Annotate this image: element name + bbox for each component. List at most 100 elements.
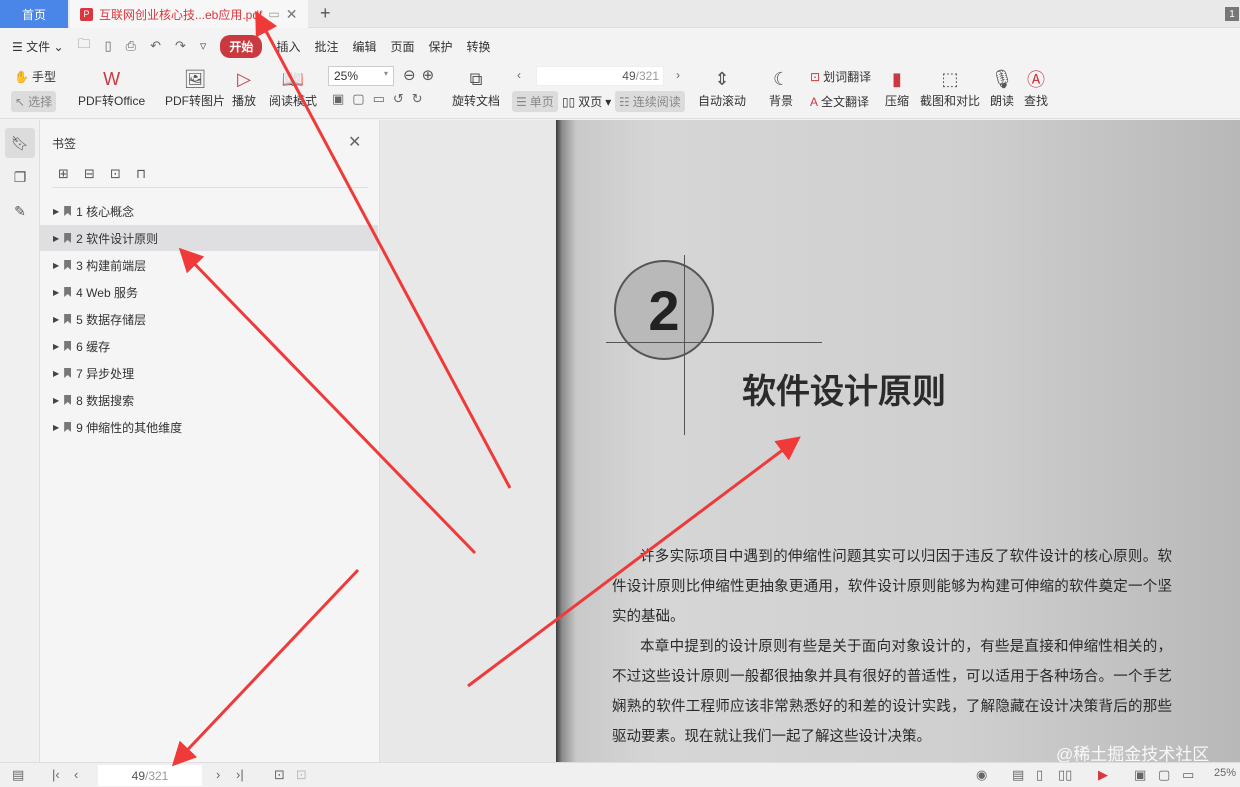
menu-convert[interactable]: 转换 — [467, 38, 491, 55]
menu-start[interactable]: 开始 — [220, 34, 263, 58]
save-icon[interactable]: ▯ — [105, 38, 112, 54]
expand-icon[interactable]: ▶ — [53, 261, 59, 270]
forward-icon[interactable]: ⊡ — [296, 767, 307, 783]
screenshot-icon: ⬚ — [941, 68, 959, 89]
page-number-input[interactable]: 49/321 — [536, 66, 664, 86]
more-icon[interactable]: ▿ — [200, 38, 207, 54]
expand-icon[interactable]: ▶ — [53, 342, 59, 351]
single-page-button[interactable]: ☰ 单页 — [512, 91, 558, 112]
bookmark-item[interactable]: ▶ 9 伸缩性的其他维度 — [40, 414, 378, 440]
expand-icon[interactable]: ▶ — [53, 423, 59, 432]
bookmark-flag-icon — [64, 422, 72, 432]
hand-tool[interactable]: ✋ 手型 — [14, 68, 56, 85]
bookmark-label: 6 缓存 — [76, 339, 111, 354]
read-mode-button[interactable]: 📖 阅读模式 — [269, 66, 317, 109]
rotate-right-icon[interactable]: ↻ — [412, 91, 423, 107]
bookmark-item[interactable]: ▶ 3 构建前端层 — [40, 252, 378, 278]
tab-home[interactable]: 首页 — [0, 0, 68, 28]
word-translate-button[interactable]: ⊡ 划词翻译 — [810, 68, 871, 85]
fit-page-icon[interactable]: ▢ — [352, 91, 364, 107]
continuous-read-button[interactable]: ☷ 连续阅读 — [615, 91, 685, 112]
rotate-document-icon: ⧉ — [469, 68, 483, 89]
menu-page[interactable]: 页面 — [390, 38, 414, 55]
bookmark-label: 2 软件设计原则 — [76, 231, 159, 246]
bookmark-panel-icon[interactable]: 🔖︎ — [5, 128, 35, 158]
expand-icon[interactable]: ▶ — [53, 207, 59, 216]
bookmark-item[interactable]: ▶ 6 缓存 — [40, 333, 378, 359]
auto-scroll-button[interactable]: ⇕ 自动滚动 — [698, 66, 746, 109]
zoom-out-icon[interactable]: ⊖ — [403, 66, 416, 84]
actual-size-icon[interactable]: ▣ — [332, 91, 344, 107]
status-page-input[interactable]: 49/321 — [98, 765, 202, 786]
sidebar-toggle-icon[interactable]: ▤ — [12, 767, 24, 783]
print-icon[interactable]: ⎙ — [126, 38, 136, 54]
read-aloud-button[interactable]: 🎙 朗读 — [990, 66, 1014, 109]
eye-protect-icon[interactable]: ◉ — [976, 767, 987, 783]
play-button[interactable]: ▷ 播放 — [232, 66, 256, 109]
thumbnail-panel-icon[interactable]: ❐ — [5, 162, 35, 192]
full-translate-button[interactable]: A 全文翻译 — [810, 93, 869, 110]
menu-insert[interactable]: 插入 — [276, 38, 300, 55]
find-button[interactable]: Ⓐ 查找 — [1024, 66, 1048, 109]
open-icon[interactable]: 🗀 — [78, 35, 91, 57]
undo-icon[interactable]: ↶ — [150, 38, 161, 54]
screenshot-label: 截图和对比 — [920, 94, 981, 108]
compress-button[interactable]: ▮ 压缩 — [885, 66, 909, 109]
double-view-icon[interactable]: ▯▯ — [1058, 767, 1072, 783]
bookmark-item[interactable]: ▶ 7 异步处理 — [40, 360, 378, 386]
actual-size-icon[interactable]: ▣ — [1134, 767, 1146, 783]
new-tab-button[interactable]: + — [320, 3, 331, 24]
expand-icon[interactable]: ▶ — [53, 315, 59, 324]
close-tab-icon[interactable]: ✕ — [286, 6, 298, 23]
pdf-page: 2 软件设计原则 许多实际项目中遇到的伸缩性问题其实可以归因于违反了软件设计的核… — [556, 120, 1240, 764]
zoom-select[interactable]: 25% ▾ — [328, 66, 394, 86]
screenshot-compare-button[interactable]: ⬚ 截图和对比 — [920, 66, 980, 109]
tab-document[interactable]: P 互联网创业核心技...eb应用.pdf ▭ ✕ — [70, 0, 308, 28]
collapse-all-icon[interactable]: ⊟ — [84, 166, 95, 182]
next-page-button[interactable]: › — [676, 68, 680, 82]
bookmark-icon[interactable]: ⊓ — [136, 166, 146, 182]
close-panel-icon[interactable]: ✕ — [348, 132, 361, 152]
prev-page-icon[interactable]: ‹ — [74, 767, 78, 782]
prev-page-button[interactable]: ‹ — [517, 68, 521, 82]
menu-protect[interactable]: 保护 — [429, 38, 453, 55]
play-icon[interactable]: ▶ — [1098, 767, 1108, 783]
add-bookmark-icon[interactable]: ⊡ — [110, 166, 121, 182]
monitor-icon[interactable]: ▭ — [268, 7, 279, 21]
expand-all-icon[interactable]: ⊞ — [58, 166, 69, 182]
last-page-icon[interactable]: ›| — [236, 767, 244, 782]
next-page-icon[interactable]: › — [216, 767, 220, 782]
continuous-view-icon[interactable]: ▯ — [1036, 767, 1043, 783]
zoom-value: 25% — [334, 69, 359, 83]
bookmark-item[interactable]: ▶ 2 软件设计原则 — [40, 225, 378, 251]
expand-icon[interactable]: ▶ — [53, 369, 59, 378]
zoom-in-icon[interactable]: ⊕ — [422, 66, 435, 84]
double-page-button[interactable]: ▯▯ 双页 ▾ — [562, 93, 611, 110]
menu-annotate[interactable]: 批注 — [314, 38, 338, 55]
back-icon[interactable]: ⊡ — [274, 767, 285, 783]
file-menu[interactable]: ☰ 文件 ⌄ — [12, 38, 64, 55]
single-view-icon[interactable]: ▤ — [1012, 767, 1024, 783]
rule-vertical — [684, 255, 685, 435]
pdf-to-office-button[interactable]: W PDF转Office — [78, 66, 145, 109]
fit-page-icon[interactable]: ▢ — [1158, 767, 1170, 783]
bookmark-item[interactable]: ▶ 8 数据搜索 — [40, 387, 378, 413]
fit-width-icon[interactable]: ▭ — [1182, 767, 1194, 783]
pdf-to-image-button[interactable]: 🖼 PDF转图片 — [165, 66, 225, 109]
redo-icon[interactable]: ↷ — [175, 38, 186, 54]
fit-width-icon[interactable]: ▭ — [373, 91, 385, 107]
rotate-document-button[interactable]: ⧉ 旋转文档 — [452, 66, 500, 109]
annotation-panel-icon[interactable]: ✎ — [5, 196, 35, 226]
bookmark-item[interactable]: ▶ 5 数据存储层 — [40, 306, 378, 332]
select-tool[interactable]: ↖ 选择 — [11, 91, 57, 112]
expand-icon[interactable]: ▶ — [53, 288, 59, 297]
bookmark-item[interactable]: ▶ 4 Web 服务 — [40, 279, 378, 305]
expand-icon[interactable]: ▶ — [53, 396, 59, 405]
page-current: 49 — [622, 69, 636, 83]
first-page-icon[interactable]: |‹ — [52, 767, 60, 782]
background-button[interactable]: ☾ 背景 — [769, 66, 793, 109]
expand-icon[interactable]: ▶ — [53, 234, 59, 243]
menu-edit[interactable]: 编辑 — [352, 38, 376, 55]
rotate-left-icon[interactable]: ↺ — [393, 91, 404, 107]
bookmark-item[interactable]: ▶ 1 核心概念 — [40, 198, 378, 224]
